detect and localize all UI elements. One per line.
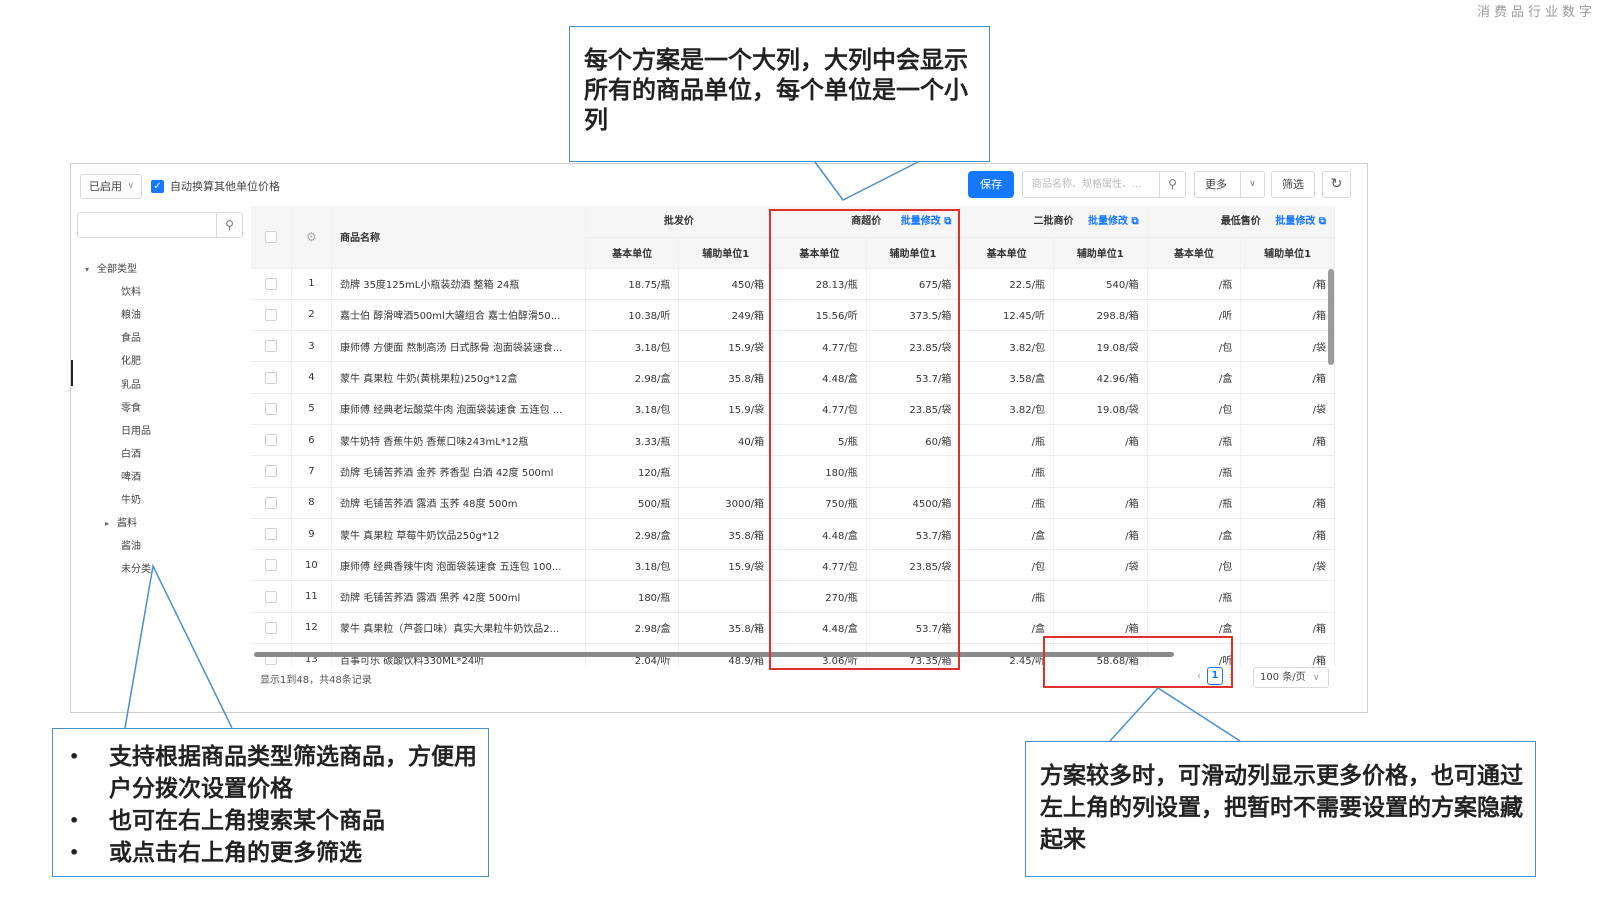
annotation-connectors xyxy=(124,161,1241,742)
connector-top xyxy=(814,161,919,201)
connector-right xyxy=(1109,687,1241,742)
connector-left xyxy=(124,563,233,729)
